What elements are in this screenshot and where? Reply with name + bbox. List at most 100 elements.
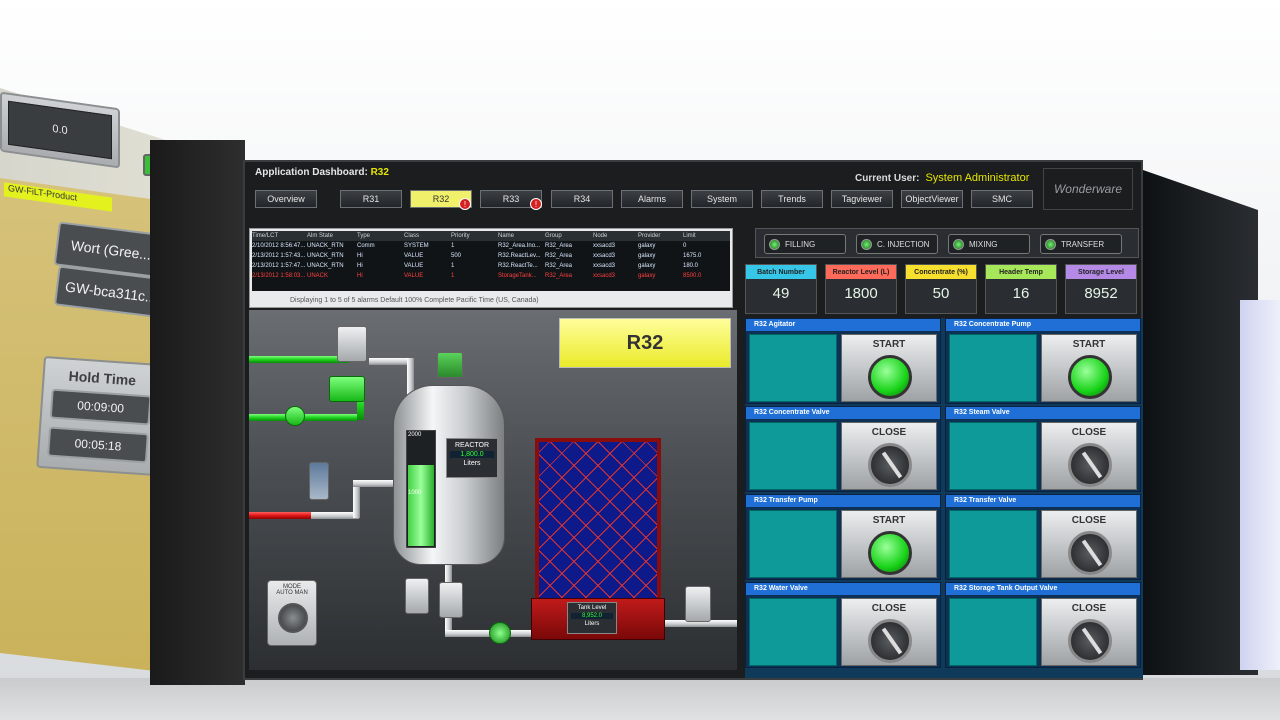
table-cell: 500 <box>451 253 462 259</box>
alarm-header[interactable]: Type <box>357 233 404 239</box>
alarm-header[interactable]: Time/LCT <box>252 233 307 239</box>
faceplate-concentrate-valve: R32 Concentrate Valve CLOSE <box>745 406 941 492</box>
close-knob-icon[interactable] <box>1068 443 1112 487</box>
water-valve-control[interactable]: CLOSE <box>841 598 937 666</box>
equipment-faceplates: R32 Agitator START R32 Concentrate Pump … <box>745 318 1143 678</box>
tab-trends[interactable]: Trends <box>761 190 823 208</box>
table-cell: Hi <box>357 273 363 279</box>
alarm-header[interactable]: Priority <box>451 233 498 239</box>
storage-readout: Tank Level 8,952.0 Liters <box>567 602 617 634</box>
concentrate-valve[interactable] <box>329 376 365 402</box>
faceplate-steam-valve: R32 Steam Valve CLOSE <box>945 406 1141 492</box>
table-row[interactable]: 2/10/2012 8:56:47... UNACK_RTN Comm SYSTEM 1… <box>252 241 730 251</box>
transfer-pump[interactable] <box>489 622 511 644</box>
reactor-unit: Liters <box>463 460 481 467</box>
drain-valve[interactable] <box>405 578 429 614</box>
table-cell: R32.ReactTe... <box>498 263 538 269</box>
kpi-label: Storage Level <box>1066 265 1136 279</box>
table-cell: galaxy <box>638 243 656 249</box>
kpi-label: Reactor Level (L) <box>826 265 896 279</box>
faceplate-transfer-pump: R32 Transfer Pump START <box>745 494 941 580</box>
kpi-header-temp: Header Temp 16 <box>985 264 1057 314</box>
tab-overview[interactable]: Overview <box>255 190 317 208</box>
steam-valve[interactable] <box>309 462 329 500</box>
start-button-icon[interactable] <box>868 531 912 575</box>
steam-valve-control[interactable]: CLOSE <box>1041 422 1137 490</box>
table-cell: R32_Area <box>545 243 573 249</box>
state-filling[interactable]: FILLING <box>764 234 846 254</box>
tab-system[interactable]: System <box>691 190 753 208</box>
table-cell: xxsacd3 <box>593 263 616 269</box>
reactor-scale-top: 2000 <box>408 432 422 438</box>
transfer-valve[interactable] <box>439 582 463 618</box>
alarm-header[interactable]: Name <box>498 233 545 239</box>
table-cell: 2/10/2012 8:56:47... <box>252 243 306 249</box>
table-row[interactable]: 2/13/2012 1:57:43... UNACK_RTN Hi VALUE 500 R… <box>252 251 730 261</box>
storage-title: Tank Level <box>577 605 607 611</box>
phase-states: FILLING C. INJECTION MIXING TRANSFER <box>755 228 1139 258</box>
alarm-header[interactable]: Alm State <box>307 233 357 239</box>
alarm-badge-r32: ! <box>459 198 471 210</box>
agitator-motor[interactable] <box>437 352 463 378</box>
storage-output-valve-control[interactable]: CLOSE <box>1041 598 1137 666</box>
state-mixing[interactable]: MIXING <box>948 234 1030 254</box>
table-cell: R32_Area <box>545 253 573 259</box>
faceplate-title: R32 Concentrate Valve <box>746 407 940 419</box>
faceplate-title: R32 Concentrate Pump <box>946 319 1140 331</box>
close-knob-icon[interactable] <box>1068 531 1112 575</box>
kpi-storage-level: Storage Level 8952 <box>1065 264 1137 314</box>
concentrate-pump-control[interactable]: START <box>1041 334 1137 402</box>
table-row[interactable]: 2/13/2012 1:58:03... UNACK Hi VALUE 1 Storage… <box>252 271 730 281</box>
background-right-light <box>1240 300 1280 670</box>
transfer-pump-control[interactable]: START <box>841 510 937 578</box>
faceplate-title: R32 Steam Valve <box>946 407 1140 419</box>
tab-r31[interactable]: R31 <box>340 190 402 208</box>
state-c-injection[interactable]: C. INJECTION <box>856 234 938 254</box>
alarm-header-row: Time/LCT Alm State Type Class Priority N… <box>252 231 730 241</box>
table-cell: xxsacd3 <box>593 253 616 259</box>
table-cell: 2/13/2012 1:57:43... <box>252 253 306 259</box>
alarm-header[interactable]: Provider <box>638 233 683 239</box>
concentrate-valve-control[interactable]: CLOSE <box>841 422 937 490</box>
agitator-control[interactable]: START <box>841 334 937 402</box>
valve-image <box>749 422 837 490</box>
kpi-label: Batch Number <box>746 265 816 279</box>
concentrate-pump[interactable] <box>285 406 305 426</box>
kpi-strip: Batch Number 49 Reactor Level (L) 1800 Con… <box>745 264 1139 316</box>
tab-tagviewer[interactable]: Tagviewer <box>831 190 893 208</box>
state-transfer[interactable]: TRANSFER <box>1040 234 1122 254</box>
mode-switch[interactable]: MODE AUTO MAN <box>267 580 317 646</box>
faceplate-transfer-valve: R32 Transfer Valve CLOSE <box>945 494 1141 580</box>
start-button-icon[interactable] <box>868 355 912 399</box>
alarm-header[interactable]: Group <box>545 233 593 239</box>
unit-label: R32 <box>559 318 731 368</box>
faceplate-concentrate-pump: R32 Concentrate Pump START <box>945 318 1141 404</box>
valve-image <box>749 598 837 666</box>
start-button-icon[interactable] <box>1068 355 1112 399</box>
tab-r34[interactable]: R34 <box>551 190 613 208</box>
table-cell: 1 <box>451 273 455 279</box>
valve-image <box>949 510 1037 578</box>
close-knob-icon[interactable] <box>868 619 912 663</box>
water-valve[interactable] <box>337 326 367 362</box>
alarm-header[interactable]: Limit <box>683 233 728 239</box>
title-unit: R32 <box>370 167 389 178</box>
state-label: C. INJECTION <box>877 239 930 249</box>
nav-tabs: Overview R31 R32 ! R33 ! R34 Alarms Syst… <box>255 190 1055 210</box>
tab-alarms[interactable]: Alarms <box>621 190 683 208</box>
table-cell: UNACK_RTN <box>307 263 344 269</box>
close-knob-icon[interactable] <box>868 443 912 487</box>
top-field[interactable]: 0.0 <box>8 100 112 160</box>
close-knob-icon[interactable] <box>1068 619 1112 663</box>
tab-smc[interactable]: SMC <box>971 190 1033 208</box>
transfer-valve-control[interactable]: CLOSE <box>1041 510 1137 578</box>
table-cell: 1 <box>451 243 455 249</box>
alarm-header[interactable]: Node <box>593 233 638 239</box>
table-cell: R32.ReactLev... <box>498 253 541 259</box>
tab-objectviewer[interactable]: ObjectViewer <box>901 190 963 208</box>
process-graphic: R32 2000 1000 REACTOR 1,800.0 Liters Tan… <box>249 310 737 670</box>
mode-knob[interactable] <box>278 603 308 633</box>
alarm-header[interactable]: Class <box>404 233 451 239</box>
table-row[interactable]: 2/13/2012 1:57:47... UNACK_RTN Hi VALUE 1 R32… <box>252 261 730 271</box>
storage-output-valve[interactable] <box>685 586 711 622</box>
